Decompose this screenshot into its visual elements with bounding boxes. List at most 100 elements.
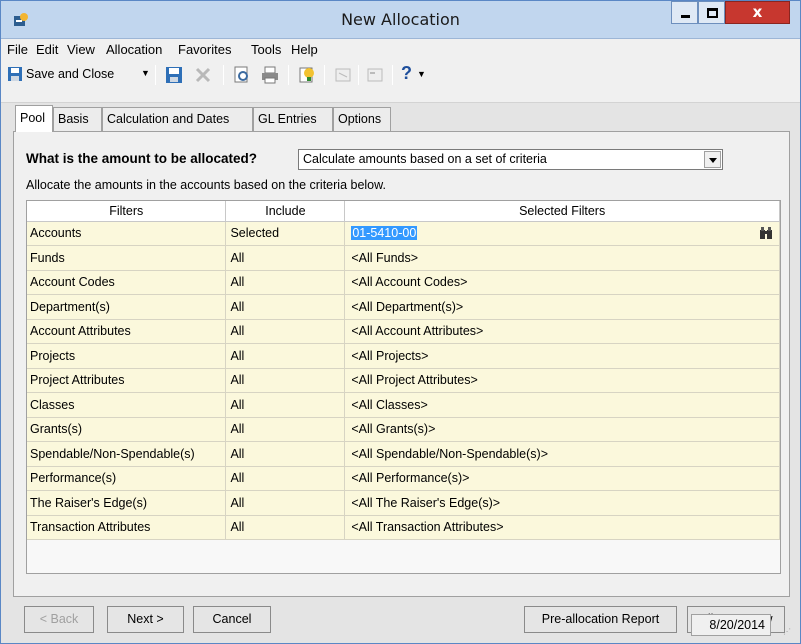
amount-method-value: Calculate amounts based on a set of crit… — [303, 152, 547, 166]
status-date: 8/20/2014 — [691, 614, 771, 636]
table-row[interactable]: Transaction Attributes All <All Transactio… — [27, 515, 780, 540]
selected-filters-cell[interactable]: <All Funds> — [344, 245, 780, 271]
toolbar-separator — [288, 65, 289, 85]
include-cell[interactable]: All — [225, 368, 346, 393]
selected-filters-cell[interactable]: <All Account Attributes> — [344, 319, 780, 344]
tab-options[interactable]: Options — [333, 107, 391, 131]
print-icon[interactable] — [261, 64, 279, 86]
amount-method-select[interactable]: Calculate amounts based on a set of crit… — [298, 149, 723, 170]
include-cell[interactable]: All — [225, 270, 346, 295]
maximize-button[interactable] — [698, 1, 725, 24]
save-icon — [8, 67, 22, 81]
selected-filters-cell[interactable]: <All Grants(s)> — [344, 417, 780, 442]
table-row[interactable]: Spendable/Non-Spendable(s) All <All Spenda… — [27, 441, 780, 467]
help-dropdown-arrow-icon[interactable]: ▼ — [417, 69, 426, 91]
table-row[interactable]: Department(s) All <All Department(s)> — [27, 294, 780, 320]
pre-allocation-report-button[interactable]: Pre-allocation Report — [524, 606, 677, 633]
toolbar-separator — [155, 65, 156, 85]
minimize-button[interactable] — [671, 1, 698, 24]
back-button[interactable]: < Back — [24, 606, 94, 633]
filter-name-cell: Accounts — [27, 221, 227, 246]
resize-grip-icon[interactable]: ⋰ — [783, 627, 791, 636]
table-row[interactable]: Grants(s) All <All Grants(s)> — [27, 417, 780, 442]
table-row[interactable]: Classes All <All Classes> — [27, 392, 780, 418]
include-cell[interactable]: All — [225, 515, 346, 540]
selected-filter-value[interactable]: 01-5410-00 — [351, 226, 418, 241]
toolbar-separator — [358, 65, 359, 85]
filter-name-cell: Funds — [27, 245, 227, 271]
selected-filters-cell[interactable]: <All Projects> — [344, 343, 780, 369]
table-row[interactable]: The Raiser's Edge(s) All <All The Raiser's… — [27, 490, 780, 516]
selected-filters-cell[interactable]: <All Spendable/Non-Spendable(s)> — [344, 441, 780, 467]
include-cell[interactable]: All — [225, 245, 346, 271]
save-and-close-label: Save and Close — [26, 67, 115, 81]
column-header-selected-filters: Selected Filters — [344, 201, 780, 222]
include-cell[interactable]: All — [225, 417, 346, 442]
include-cell[interactable]: All — [225, 466, 346, 491]
include-cell[interactable]: All — [225, 319, 346, 344]
table-row[interactable]: Account Codes All <All Account Codes> — [27, 270, 780, 295]
next-button[interactable]: Next > — [107, 606, 184, 633]
filter-name-cell: Performance(s) — [27, 466, 227, 491]
table-row[interactable]: Performance(s) All <All Performance(s)> — [27, 466, 780, 491]
selected-filters-cell[interactable]: <All The Raiser's Edge(s)> — [344, 490, 780, 516]
dropdown-arrow-icon[interactable]: ▼ — [141, 68, 150, 78]
tab-gl-entries[interactable]: GL Entries — [253, 107, 333, 131]
properties-icon[interactable] — [366, 64, 384, 86]
selected-filters-cell[interactable]: <All Performance(s)> — [344, 466, 780, 491]
tab-basis[interactable]: Basis — [53, 107, 102, 131]
selected-filters-cell[interactable]: 01-5410-00 — [344, 221, 780, 246]
selected-filters-cell[interactable]: <All Classes> — [344, 392, 780, 418]
include-cell[interactable]: All — [225, 343, 346, 369]
delete-icon[interactable] — [194, 64, 212, 86]
menu-edit[interactable]: Edit — [36, 42, 58, 57]
save-and-close-button[interactable]: Save and Close ▼ — [5, 64, 150, 86]
selected-filters-cell[interactable]: <All Transaction Attributes> — [344, 515, 780, 540]
pool-panel: What is the amount to be allocated? Calc… — [13, 131, 790, 597]
chevron-down-icon[interactable] — [704, 151, 721, 168]
new-allocation-window: New Allocation x File Edit View Allocati… — [0, 0, 801, 644]
menu-favorites[interactable]: Favorites — [178, 42, 231, 57]
table-row[interactable]: Project Attributes All <All Project Attrib… — [27, 368, 780, 393]
close-icon: x — [752, 3, 763, 21]
help-icon[interactable]: ? — [401, 63, 412, 85]
include-cell[interactable]: All — [225, 294, 346, 320]
tab-pool[interactable]: Pool — [15, 105, 53, 132]
menu-help[interactable]: Help — [291, 42, 318, 57]
menu-tools[interactable]: Tools — [251, 42, 281, 57]
binoculars-icon[interactable] — [759, 226, 773, 240]
filter-name-cell: Spendable/Non-Spendable(s) — [27, 441, 227, 467]
cancel-button[interactable]: Cancel — [193, 606, 271, 633]
table-row[interactable]: Projects All <All Projects> — [27, 343, 780, 369]
menu-view[interactable]: View — [67, 42, 95, 57]
filter-name-cell: Transaction Attributes — [27, 515, 227, 540]
toolbar-separator — [324, 65, 325, 85]
column-header-include: Include — [225, 201, 346, 222]
close-button[interactable]: x — [725, 1, 790, 24]
print-preview-icon[interactable] — [233, 64, 251, 86]
filter-name-cell: Account Codes — [27, 270, 227, 295]
tip-bulb-icon[interactable] — [298, 64, 316, 86]
filter-name-cell: Project Attributes — [27, 368, 227, 393]
table-row[interactable]: Account Attributes All <All Account Attrib… — [27, 319, 780, 344]
include-cell[interactable]: All — [225, 490, 346, 516]
selected-filters-cell[interactable]: <All Department(s)> — [344, 294, 780, 320]
tab-calculation-and-dates[interactable]: Calculation and Dates — [102, 107, 253, 131]
include-cell[interactable]: All — [225, 441, 346, 467]
menu-bar: File Edit View Allocation Favorites Tool… — [1, 39, 800, 60]
selected-filters-cell[interactable]: <All Account Codes> — [344, 270, 780, 295]
include-cell[interactable]: All — [225, 392, 346, 418]
table-row[interactable]: Accounts Selected 01-5410-00 — [27, 221, 780, 246]
menu-file[interactable]: File — [7, 42, 28, 57]
include-cell[interactable]: Selected — [225, 221, 346, 246]
criteria-instruction: Allocate the amounts in the accounts bas… — [26, 178, 386, 192]
selected-filters-cell[interactable]: <All Project Attributes> — [344, 368, 780, 393]
save-disk-icon[interactable] — [165, 64, 183, 86]
table-row[interactable]: Funds All <All Funds> — [27, 245, 780, 271]
attachment-icon[interactable] — [334, 64, 352, 86]
toolbar: Save and Close ▼ ? ▼ — [1, 60, 800, 103]
filter-name-cell: Account Attributes — [27, 319, 227, 344]
grid-header-row: Filters Include Selected Filters — [27, 201, 780, 222]
filter-name-cell: The Raiser's Edge(s) — [27, 490, 227, 516]
menu-allocation[interactable]: Allocation — [106, 42, 162, 57]
